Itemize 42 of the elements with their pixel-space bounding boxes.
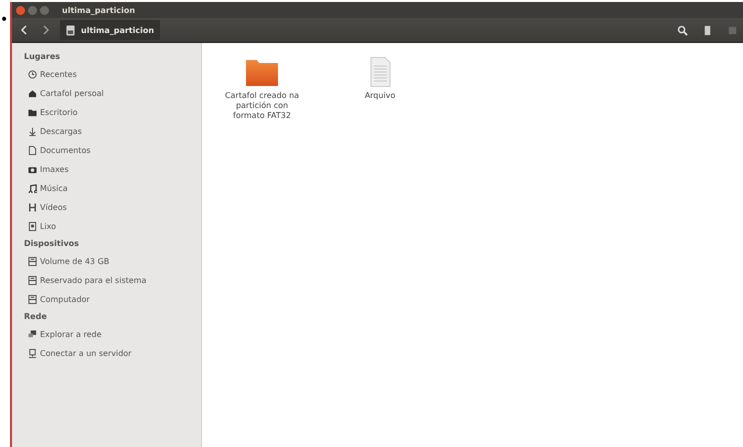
file-item[interactable]: Arquivo <box>330 57 430 101</box>
drive-icon <box>28 276 37 285</box>
sidebar-item[interactable]: Recentes <box>24 65 201 84</box>
file-item[interactable]: Cartafol creado na partición con formato FAT32 <box>212 57 312 121</box>
bullet: • <box>0 13 10 30</box>
sidebar-item[interactable]: Volume de 43 GB <box>24 252 201 271</box>
clock-icon <box>28 70 37 79</box>
sidebar-item[interactable]: Reservado para el sistema <box>24 271 201 290</box>
network-icon <box>28 330 37 339</box>
sidebar-item[interactable]: Vídeos <box>24 198 201 217</box>
sidebar-item[interactable]: Imaxes <box>24 160 201 179</box>
drive-icon <box>28 257 37 266</box>
minimize-button[interactable] <box>28 6 37 14</box>
sidebar-heading: Rede <box>24 311 48 323</box>
sidebar-item[interactable]: Documentos <box>24 141 201 160</box>
document-icon <box>28 146 37 155</box>
download-icon <box>28 127 37 136</box>
sidebar-item[interactable]: Cartafol persoal <box>24 84 201 103</box>
sidebar-item[interactable]: Música <box>24 179 201 198</box>
window-title: ultima_particion <box>62 6 136 14</box>
drive-icon <box>28 295 37 304</box>
film-icon <box>28 203 37 212</box>
search-icon[interactable] <box>677 24 688 36</box>
drive-icon <box>66 24 75 36</box>
path-button[interactable]: ultima_particion <box>60 20 160 40</box>
camera-icon <box>28 165 37 174</box>
trash-icon <box>28 222 37 231</box>
home-icon <box>28 89 37 98</box>
folder-icon <box>28 108 37 117</box>
sidebar-item[interactable]: Conectar a un servidor <box>24 344 201 363</box>
music-icon <box>28 184 37 193</box>
sidebar-item[interactable]: Explorar a rede <box>24 325 201 344</box>
sidebar-item[interactable]: Escritorio <box>24 103 201 122</box>
sidebar-heading: Dispositivos <box>24 238 80 250</box>
computer-icon <box>28 349 37 358</box>
maximize-button[interactable] <box>40 6 49 14</box>
close-button[interactable] <box>16 6 25 14</box>
folder-icon <box>244 57 280 87</box>
sidebar-item[interactable]: Lixo <box>24 217 201 236</box>
sidebar-item[interactable]: Computador <box>24 290 201 309</box>
sidebar-item[interactable]: Descargas <box>24 122 201 141</box>
sidebar-heading: Lugares <box>24 51 62 63</box>
